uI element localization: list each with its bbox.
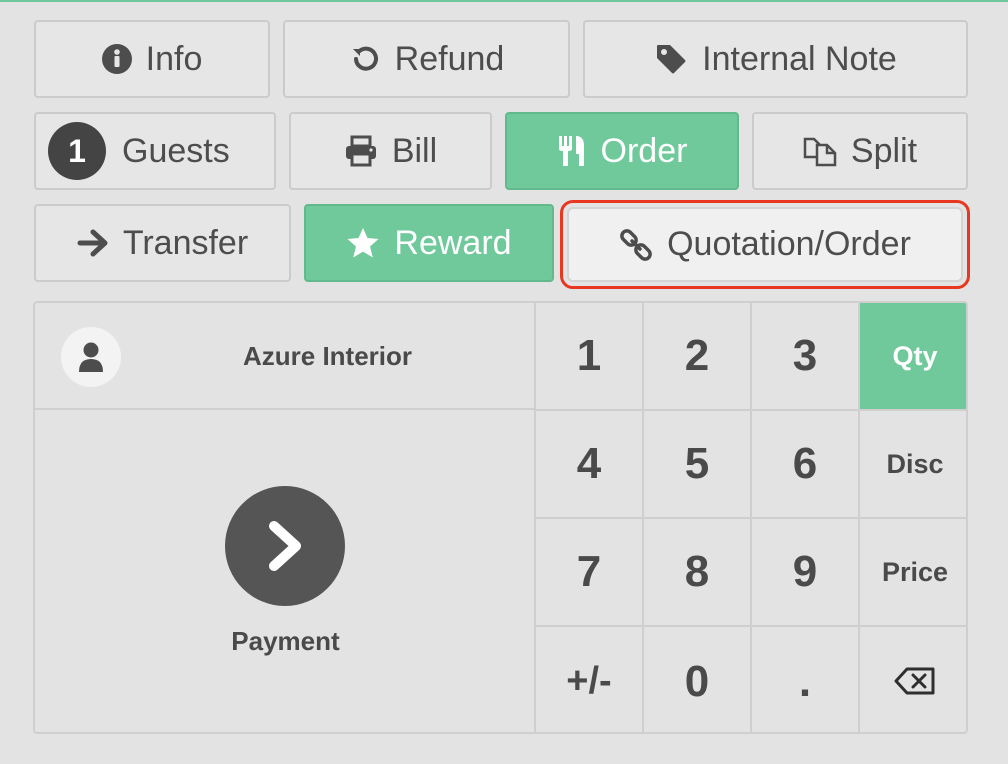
numpad-key-9[interactable]: 9 [752, 519, 860, 627]
link-icon [619, 228, 653, 262]
info-label: Info [145, 39, 203, 78]
numpad-key-6[interactable]: 6 [752, 411, 860, 519]
user-icon [61, 327, 121, 387]
guests-label: Guests [122, 131, 230, 170]
payment-label: Payment [231, 626, 340, 656]
info-button[interactable]: Info [34, 20, 270, 98]
info-icon [101, 44, 132, 74]
copy-icon [803, 135, 837, 167]
undo-icon [349, 43, 381, 75]
bill-button[interactable]: Bill [289, 112, 492, 190]
mode-disc-button[interactable]: Disc [860, 411, 966, 519]
customer-button[interactable]: Azure Interior [35, 303, 536, 410]
bill-label: Bill [391, 131, 438, 170]
star-icon [346, 227, 380, 259]
mode-price-button[interactable]: Price [860, 519, 966, 627]
split-button[interactable]: Split [752, 112, 968, 190]
guests-count-badge: 1 [48, 122, 106, 180]
payment-button[interactable]: Payment [35, 410, 536, 732]
guests-button[interactable]: 1 Guests [34, 112, 276, 190]
numpad-key-decimal[interactable]: . [752, 627, 860, 732]
order-label: Order [600, 131, 688, 170]
backspace-button[interactable] [860, 627, 966, 732]
arrow-right-icon [77, 228, 109, 258]
internal-note-label: Internal Note [702, 39, 897, 78]
numpad-key-4[interactable]: 4 [536, 411, 644, 519]
tag-icon [654, 42, 688, 76]
refund-button[interactable]: Refund [283, 20, 570, 98]
numpad-key-1[interactable]: 1 [536, 303, 644, 411]
action-pad: Azure Interior Payment 1 2 3 Qty 4 5 6 D… [33, 301, 968, 734]
transfer-label: Transfer [122, 223, 249, 262]
numpad-key-5[interactable]: 5 [644, 411, 752, 519]
numpad-key-plus-minus[interactable]: +/- [536, 627, 644, 732]
mode-qty-button[interactable]: Qty [860, 303, 966, 411]
backspace-icon [894, 657, 936, 707]
quotation-order-button[interactable]: Quotation/Order [560, 200, 970, 289]
numpad-key-0[interactable]: 0 [644, 627, 752, 732]
order-button[interactable]: Order [505, 112, 739, 190]
refund-label: Refund [394, 39, 505, 78]
numpad-key-7[interactable]: 7 [536, 519, 644, 627]
transfer-button[interactable]: Transfer [34, 204, 291, 282]
printer-icon [344, 135, 378, 167]
numpad-key-2[interactable]: 2 [644, 303, 752, 411]
chevron-right-icon [225, 486, 345, 606]
reward-label: Reward [394, 223, 512, 262]
numpad-key-8[interactable]: 8 [644, 519, 752, 627]
numpad-key-3[interactable]: 3 [752, 303, 860, 411]
internal-note-button[interactable]: Internal Note [583, 20, 968, 98]
reward-button[interactable]: Reward [304, 204, 554, 282]
split-label: Split [850, 131, 918, 170]
cutlery-icon [557, 134, 587, 168]
customer-name: Azure Interior [242, 341, 413, 371]
quotation-order-label: Quotation/Order [667, 225, 911, 263]
